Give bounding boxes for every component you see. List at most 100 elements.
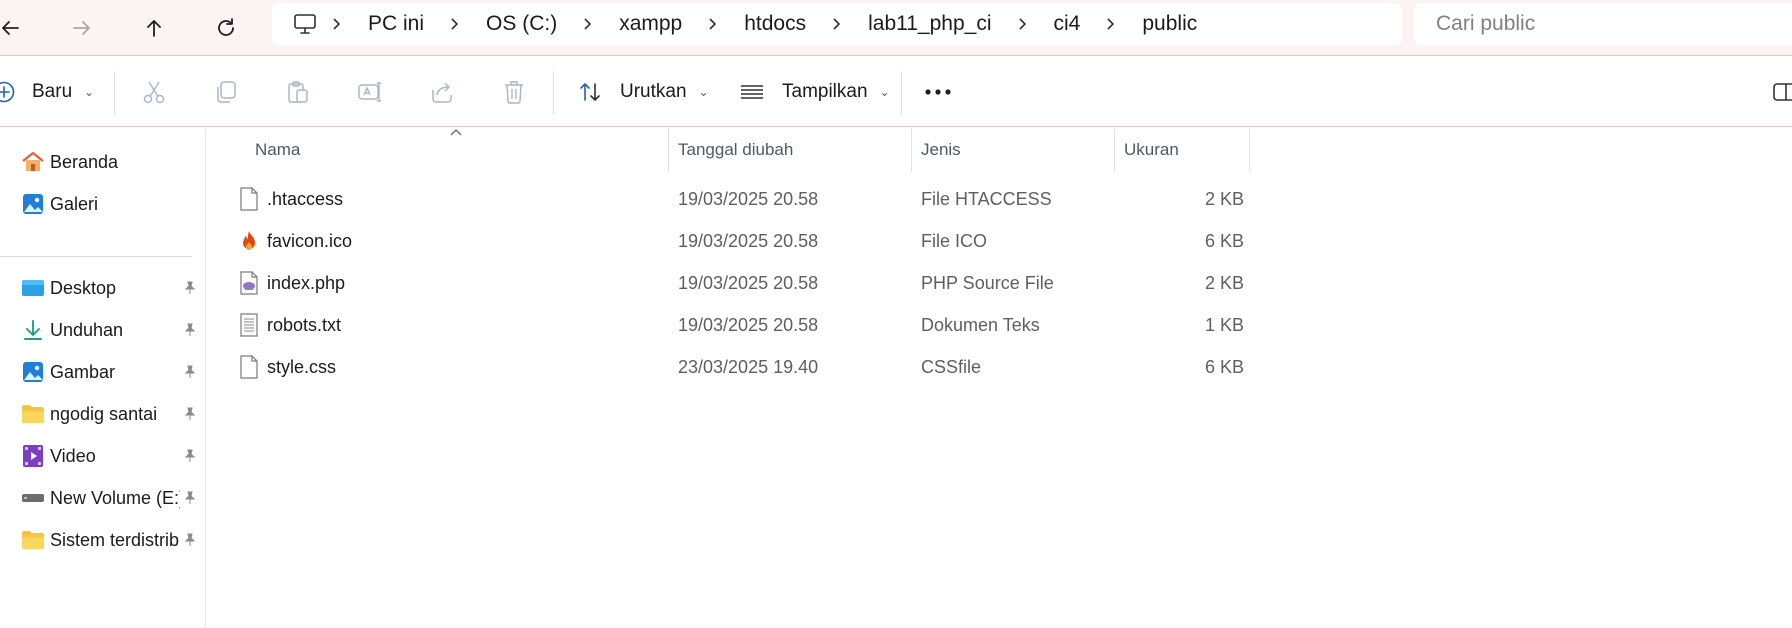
file-date: 19/03/2025 20.58 <box>678 314 819 335</box>
blank-file-icon <box>237 187 261 211</box>
command-bar: Baru ⌄ Urutkan ⌄ Tampilkan ⌄ <box>0 57 1792 127</box>
chevron-down-icon: ⌄ <box>879 85 890 99</box>
divider <box>553 71 554 115</box>
drive-icon <box>20 485 46 511</box>
column-header-label: Ukuran <box>1124 140 1179 159</box>
file-row[interactable]: index.php 19/03/2025 20.58 PHP Source Fi… <box>207 262 1307 304</box>
delete-button[interactable] <box>499 77 529 107</box>
sidebar-item-desktop[interactable]: Desktop <box>0 268 206 308</box>
view-button[interactable]: Tampilkan ⌄ <box>740 69 890 115</box>
sidebar-item-pictures[interactable]: Gambar <box>0 352 206 392</box>
breadcrumb-item[interactable]: lab11_php_ci <box>854 12 1005 36</box>
trash-icon <box>505 81 523 104</box>
new-button[interactable]: Baru ⌄ <box>0 69 94 115</box>
pin-icon[interactable] <box>181 321 199 339</box>
breadcrumb-item[interactable]: ci4 <box>1040 12 1095 36</box>
sidebar-item-label: Desktop <box>50 277 117 298</box>
details-pane-button[interactable] <box>1770 77 1792 107</box>
column-resize-handle[interactable] <box>911 128 912 172</box>
share-button[interactable] <box>427 77 457 107</box>
chevron-right-icon[interactable] <box>1100 17 1122 31</box>
column-resize-handle[interactable] <box>1114 128 1115 172</box>
more-options-button[interactable] <box>923 77 953 107</box>
pin-icon[interactable] <box>181 405 199 423</box>
paste-button[interactable] <box>283 77 313 107</box>
copy-button[interactable] <box>211 77 241 107</box>
chevron-right-icon[interactable] <box>577 17 599 31</box>
breadcrumb: PC ini OS (C:) xampp htdocs lab11_php_ci… <box>272 3 1402 45</box>
column-header-type[interactable]: Jenis <box>921 128 1111 172</box>
share-icon <box>432 82 452 103</box>
file-size: 6 KB <box>1204 356 1244 377</box>
pin-icon[interactable] <box>181 363 199 381</box>
sidebar-item-label: Video <box>50 445 96 466</box>
chevron-right-icon[interactable] <box>826 17 848 31</box>
sidebar-item-videos[interactable]: Video <box>0 436 206 476</box>
home-icon <box>20 149 46 175</box>
sidebar-item-new-volume[interactable]: New Volume (E:) <box>0 478 206 518</box>
sidebar-item-label: Galeri <box>50 193 99 214</box>
search-placeholder: Cari public <box>1436 12 1536 35</box>
column-header-date[interactable]: Tanggal diubah <box>678 128 918 172</box>
search-input[interactable]: Cari public <box>1414 3 1792 45</box>
sort-button[interactable]: Urutkan ⌄ <box>578 69 709 115</box>
breadcrumb-item[interactable]: htdocs <box>730 12 820 36</box>
sidebar-item-downloads[interactable]: Unduhan <box>0 310 206 350</box>
more-icon <box>925 89 951 95</box>
file-size: 1 KB <box>1204 314 1244 335</box>
back-button[interactable] <box>0 8 30 48</box>
pin-icon[interactable] <box>181 279 199 297</box>
file-size: 6 KB <box>1204 230 1244 251</box>
divider <box>901 71 902 115</box>
chevron-right-icon[interactable] <box>326 17 348 31</box>
sort-button-label: Urutkan <box>620 81 687 102</box>
clipboard-icon <box>288 81 308 103</box>
navigation-pane: Beranda Galeri Desktop Unduhan Gambar ng… <box>0 128 206 628</box>
rename-button[interactable] <box>355 77 385 107</box>
column-resize-handle[interactable] <box>1249 128 1250 172</box>
breadcrumb-item[interactable]: OS (C:) <box>472 12 571 36</box>
computer-icon[interactable] <box>290 9 320 39</box>
sidebar-item-sistem-terdistrib[interactable]: Sistem terdistrib <box>0 520 206 560</box>
breadcrumb-item[interactable]: PC ini <box>354 12 438 36</box>
sidebar-item-label: Sistem terdistrib <box>50 529 180 550</box>
video-icon <box>20 443 46 469</box>
chevron-right-icon[interactable] <box>702 17 724 31</box>
file-list: Nama Tanggal diubah Jenis Ukuran .htacce… <box>207 128 1792 628</box>
column-header-size[interactable]: Ukuran <box>1124 128 1254 172</box>
file-row[interactable]: robots.txt 19/03/2025 20.58 Dokumen Teks… <box>207 304 1307 346</box>
chevron-right-icon[interactable] <box>1012 17 1034 31</box>
pin-icon[interactable] <box>181 531 199 549</box>
column-header-name[interactable]: Nama <box>255 128 675 172</box>
folder-icon <box>20 401 46 427</box>
chevron-right-icon[interactable] <box>444 17 466 31</box>
sidebar-item-ngodig-santai[interactable]: ngodig santai <box>0 394 206 434</box>
column-resize-handle[interactable] <box>668 128 669 172</box>
file-name: robots.txt <box>267 314 342 335</box>
text-file-icon <box>237 313 261 337</box>
sidebar-item-gallery[interactable]: Galeri <box>0 184 206 224</box>
file-date: 19/03/2025 20.58 <box>678 272 819 293</box>
sidebar-item-label: New Volume (E:) <box>50 487 180 508</box>
breadcrumb-item-current[interactable]: public <box>1128 12 1211 36</box>
download-icon <box>20 317 46 343</box>
chevron-down-icon: ⌄ <box>698 85 709 99</box>
pin-icon[interactable] <box>181 489 199 507</box>
file-row[interactable]: .htaccess 19/03/2025 20.58 File HTACCESS… <box>207 178 1307 220</box>
forward-button[interactable] <box>62 8 102 48</box>
sidebar-item-label: Gambar <box>50 361 116 382</box>
pin-icon[interactable] <box>181 447 199 465</box>
refresh-icon <box>218 18 234 36</box>
file-row[interactable]: favicon.ico 19/03/2025 20.58 File ICO 6 … <box>207 220 1307 262</box>
breadcrumb-item[interactable]: xampp <box>605 12 696 36</box>
php-file-icon <box>237 271 261 295</box>
cut-button[interactable] <box>139 77 169 107</box>
refresh-button[interactable] <box>206 8 246 48</box>
file-type: File HTACCESS <box>921 188 1052 209</box>
up-button[interactable] <box>134 8 174 48</box>
sort-icon <box>580 83 600 101</box>
file-name: style.css <box>267 356 337 377</box>
file-row[interactable]: style.css 23/03/2025 19.40 CSSfile 6 KB <box>207 346 1307 388</box>
sidebar-item-home[interactable]: Beranda <box>0 142 206 182</box>
flame-icon <box>237 229 261 253</box>
